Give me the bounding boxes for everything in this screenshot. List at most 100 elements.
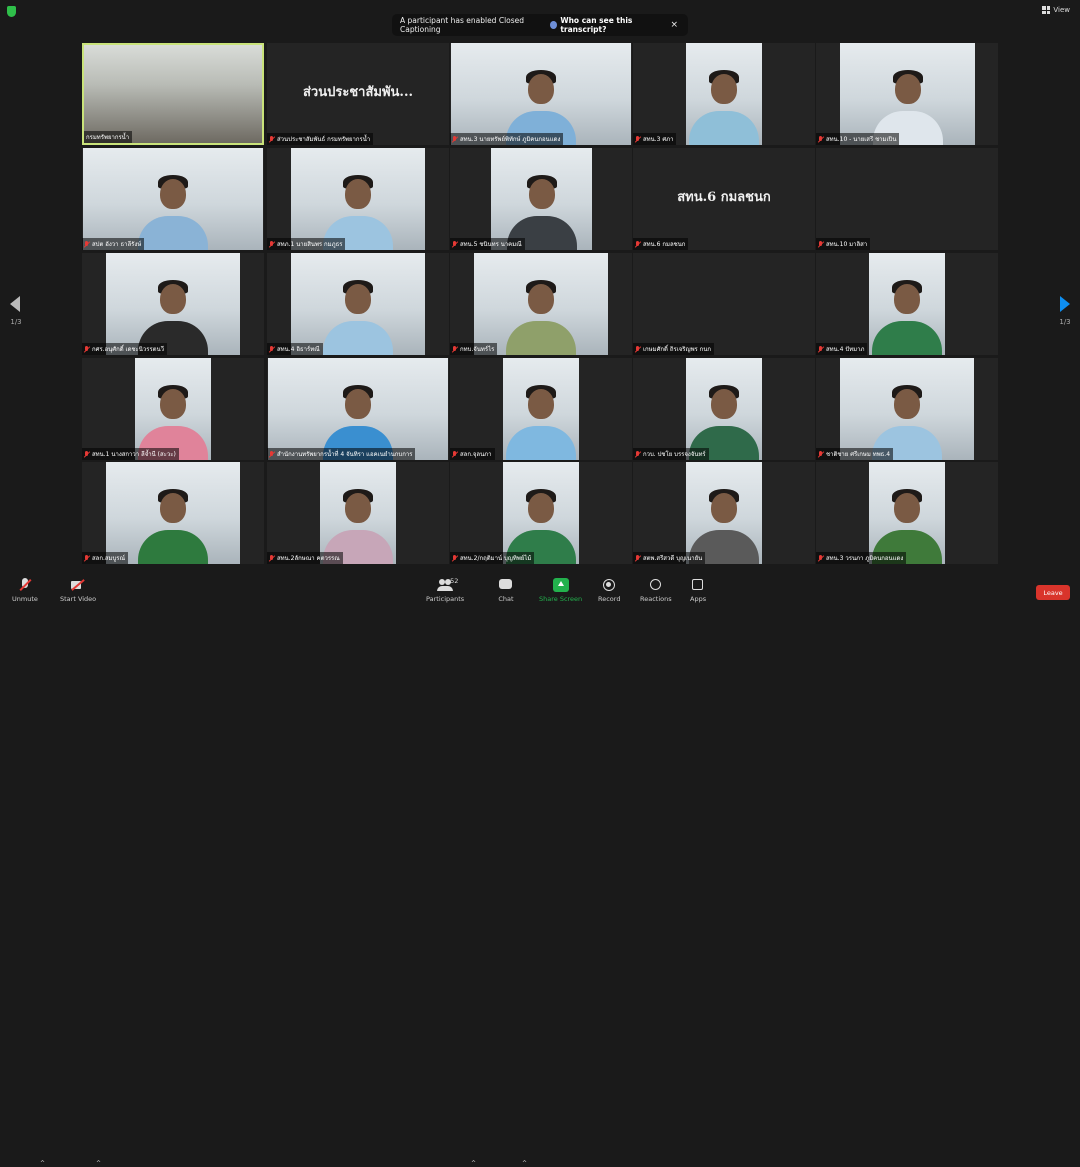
body [506,321,576,355]
participant-tile[interactable]: สทน.3 นายทรัพย์พิทักษ์ ภูมิคนกอนแดง [450,43,632,145]
head [528,283,554,314]
reactions-button[interactable]: Reactions [640,578,672,603]
participant-tile[interactable]: สทน.4 ปัทมาภ [816,253,998,355]
start-video-button[interactable]: Start Video [60,578,96,603]
participant-name-label: สลก.สมบูรณ์ [82,552,129,564]
participant-tile[interactable]: สทน.2ลักษณา คตวรรณ [267,462,449,564]
apps-label: Apps [690,595,707,603]
video-gallery: กรมทรัพยากรน้ำ ส่วนประชาสัมพัน... ส่วนประช… [82,43,998,564]
head [711,73,737,104]
participant-video [83,148,263,250]
participant-video [291,148,425,250]
participant-tile[interactable]: สตพ.สรีสวดี บุญเนายัน [633,462,815,564]
participant-tile[interactable]: สทน.6 กมลชนก สทน.6 กมลชนก [633,148,815,250]
participant-video [503,462,579,564]
participant-name-label: กรมทรัพยากรน้ำ [84,131,133,143]
body [689,111,759,145]
participant-name-label: สทน.2ลักษณา คตวรรณ [267,552,343,564]
participant-name: สทน.3 ศภา [643,136,674,143]
participant-tile[interactable]: กทบ.จันทร์ไร [450,253,632,355]
participant-name-label: สทน.10 - นายเสรี ชามเปิน [816,133,900,145]
view-button[interactable]: View [1042,6,1070,14]
participant-tile[interactable]: สทน.3 ศภา [633,43,815,145]
previous-page-arrow-icon[interactable] [10,296,20,312]
head [160,492,186,523]
unmute-button[interactable]: Unmute [12,578,38,603]
participant-tile[interactable]: กวบ. ปชโย บรรจงจันทร์ [633,358,815,460]
next-page-arrow-icon[interactable] [1060,296,1070,312]
encryption-shield-icon[interactable] [7,6,16,17]
participants-options-chevron-icon[interactable]: ^ [471,1160,476,1167]
participant-tile[interactable]: สทน.10 มาลิสา [816,148,998,250]
apps-button[interactable]: Apps [690,578,706,603]
head [345,492,371,523]
head [894,73,921,104]
camera-off-icon [70,578,86,592]
caption-notification-banner: A participant has enabled Closed Caption… [392,14,688,36]
participant-name-label: สทน.1 นางสกาวา ลีจ้ำนี (สะวะ) [82,448,179,460]
participants-icon: 52 [437,577,458,592]
participant-tile[interactable]: เกษมศักดิ์ ถิรเจริญพร กนก [633,253,815,355]
start-video-label: Start Video [60,595,97,603]
participant-video [474,253,608,355]
muted-microphone-icon [84,450,90,458]
participant-tile[interactable]: สทน.10 - นายเสรี ชามเปิน [816,43,998,145]
participant-name: กวบ. ปชโย บรรจงจันทร์ [643,451,706,458]
participant-tile[interactable]: สปต อังวา ธาลีรังษ์ [82,148,264,250]
participant-name: สตพ.สรีสวดี บุญเนายัน [643,555,703,562]
muted-microphone-icon [635,450,641,458]
participant-tile[interactable]: สทน.1 นางสกาวา ลีจ้ำนี (สะวะ) [82,358,264,460]
chat-button[interactable]: Chat [498,578,514,603]
participant-tile[interactable]: สทน.3 วรนภา ภูมิคนกอนแดง [816,462,998,564]
participant-tile[interactable]: ชาติชาย ศรีเกษม ทพธ.4 [816,358,998,460]
participant-video [491,148,592,250]
head [345,178,371,209]
close-icon[interactable]: × [670,20,678,30]
participant-video [268,358,448,460]
record-icon [601,578,617,592]
leave-button[interactable]: Leave [1036,585,1070,600]
share-screen-icon [552,578,569,592]
muted-microphone-icon [452,135,458,143]
chat-label: Chat [498,595,514,603]
participant-video [320,462,396,564]
participant-tile[interactable]: สลก.จุลนภา [450,358,632,460]
record-button[interactable]: Record [598,578,620,603]
participants-count: 52 [450,577,459,585]
head [160,388,186,419]
record-label: Record [598,595,621,603]
participant-tile[interactable]: สทน.4 อิธาร์ทณี [267,253,449,355]
participant-tile[interactable]: สทน.2/กฤติมาน์ บุญทิพย์ไม้ [450,462,632,564]
participant-tile[interactable]: กรมทรัพยากรน้ำ [82,43,264,145]
participants-button[interactable]: 52 Participants [426,577,464,603]
audio-options-chevron-icon[interactable]: ^ [40,1160,45,1167]
participant-tile[interactable]: สทน.5 ชนินทร นาคมณี [450,148,632,250]
participant-video [135,358,211,460]
head [711,388,737,419]
participant-video [686,358,762,460]
video-options-chevron-icon[interactable]: ^ [96,1160,101,1167]
body [506,426,576,460]
participant-tile[interactable]: สลก.สมบูรณ์ [82,462,264,564]
muted-microphone-icon [818,450,824,458]
participant-display-name: สทน.6 กมลชนก [677,190,771,205]
participant-name: ส่วนประชาสัมพันธ์ กรมทรัพยากรน้ำ [277,136,371,143]
participant-video [840,358,974,460]
meeting-toolbar: Unmute ^ Start Video ^ 52 Participants ^… [0,576,1080,1167]
participant-tile[interactable]: สทภ.1 นายสินพร กมภูธร [267,148,449,250]
share-screen-button[interactable]: Share Screen [539,578,582,603]
participant-video [686,462,762,564]
participant-name: สทน.6 กมลชนก [643,241,686,248]
participant-tile[interactable]: ส่วนประชาสัมพัน... ส่วนประชาสัมพันธ์ กรมท… [267,43,449,145]
body [872,321,942,355]
who-can-see-link[interactable]: Who can see this transcript? [550,16,664,34]
participant-name-label: ส่วนประชาสัมพันธ์ กรมทรัพยากรน้ำ [267,133,374,145]
participant-tile[interactable]: กศร.อนุศักดิ์ เดชะนิวรรตนวี [82,253,264,355]
muted-microphone-icon [635,345,641,353]
participant-name-label: สทน.6 กมลชนก [633,238,689,250]
participant-tile[interactable]: สำนักงานทรัพยากรน้ำที่ 4 จันทิรา แอคเนยำ… [267,358,449,460]
chat-options-chevron-icon[interactable]: ^ [522,1160,527,1167]
muted-microphone-icon [269,450,275,458]
head [894,283,920,314]
muted-microphone-icon [635,135,641,143]
